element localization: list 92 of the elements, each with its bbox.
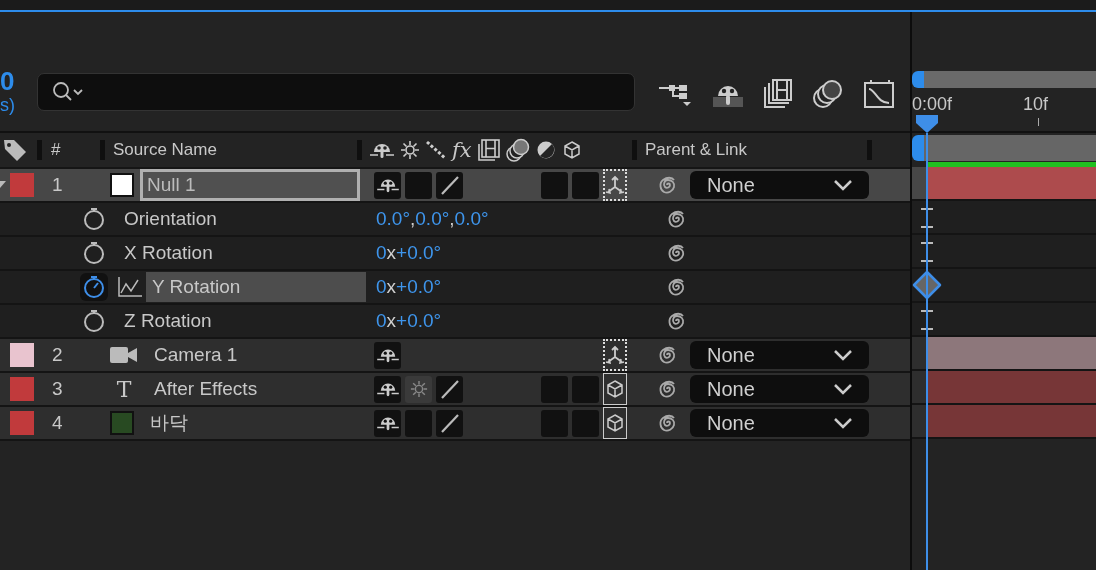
quality-switch[interactable]: [436, 409, 463, 437]
layer-number: 1: [52, 174, 63, 195]
collapse-switch[interactable]: [405, 375, 432, 403]
layer-name[interactable]: Camera 1: [148, 340, 244, 370]
motion-blur-switch[interactable]: [541, 375, 568, 403]
overlapping-circles-icon[interactable]: [505, 138, 530, 162]
property-row[interactable]: X Rotation 0x+0.0°: [0, 237, 910, 271]
chevron-down-icon: [833, 349, 853, 361]
search-icon: [52, 81, 86, 103]
playhead[interactable]: [916, 115, 938, 570]
chevron-down-icon: [833, 179, 853, 191]
sun-icon[interactable]: [400, 140, 420, 160]
label-tag-icon[interactable]: [3, 138, 27, 162]
axes-icon: [605, 175, 625, 195]
shy-switch[interactable]: [374, 341, 401, 369]
axes-icon: [605, 345, 625, 365]
shy-switch[interactable]: [374, 171, 401, 199]
film-frames-icon[interactable]: [477, 139, 500, 161]
property-value[interactable]: 0.0°,0.0°,0.0°: [376, 208, 489, 229]
slash-icon: [438, 412, 461, 434]
layer-row[interactable]: 2 Camera 1 None: [0, 339, 910, 373]
camera-icon: [110, 346, 138, 364]
3d-layer-switch[interactable]: [603, 407, 627, 439]
column-header[interactable]: Source Name: [113, 140, 357, 160]
quality-switch[interactable]: [436, 375, 463, 403]
adjustment-switch[interactable]: [572, 409, 599, 437]
shy-switch[interactable]: [374, 409, 401, 437]
label-swatch[interactable]: [10, 411, 34, 435]
chevron-down-icon: [833, 417, 853, 429]
shy-switch[interactable]: [374, 375, 401, 403]
range-handle[interactable]: [912, 135, 924, 161]
overlapping-circles-icon[interactable]: [812, 79, 844, 109]
layer-name[interactable]: Null 1: [140, 169, 360, 201]
chevron-down-icon: [833, 383, 853, 395]
property-name[interactable]: Z Rotation: [118, 306, 218, 336]
stopwatch-icon[interactable]: [80, 273, 108, 301]
effects-header[interactable]: fx: [452, 138, 472, 162]
property-row[interactable]: Orientation 0.0°,0.0°,0.0°: [0, 203, 910, 237]
property-name[interactable]: Y Rotation: [146, 272, 366, 302]
cube-icon: [605, 413, 625, 433]
slash-icon: [438, 174, 461, 196]
parent-dropdown[interactable]: None: [690, 341, 869, 369]
slash-icon: [438, 378, 461, 400]
property-row[interactable]: Z Rotation 0x+0.0°: [0, 305, 910, 339]
graph-icon[interactable]: [118, 277, 142, 297]
layer-number: 2: [52, 344, 63, 365]
quality-switch[interactable]: [436, 171, 463, 199]
layer-number: 4: [52, 412, 63, 433]
property-name[interactable]: X Rotation: [118, 238, 219, 268]
property-value[interactable]: 0x+0.0°: [376, 310, 442, 331]
property-value[interactable]: 0x+0.0°: [376, 242, 442, 263]
parent-dropdown[interactable]: None: [690, 171, 869, 199]
layer-name[interactable]: After Effects: [148, 374, 264, 404]
column-header[interactable]: #: [51, 140, 91, 160]
layer-row[interactable]: 3 T After Effects None: [0, 373, 910, 407]
layer-number: 3: [52, 378, 63, 399]
cube-icon[interactable]: [561, 140, 582, 160]
motion-blur-switch[interactable]: [541, 409, 568, 437]
collapse-switch[interactable]: [405, 409, 432, 437]
range-handle[interactable]: [912, 71, 924, 88]
ruler-label: 10f: [1023, 94, 1049, 115]
layer-row[interactable]: 4 바닥 None: [0, 407, 910, 441]
search-field[interactable]: [37, 73, 635, 111]
property-name[interactable]: Orientation: [118, 204, 223, 234]
collapse-switch[interactable]: [405, 171, 432, 199]
column-header[interactable]: Parent & Link: [645, 140, 867, 160]
cube-icon: [605, 379, 625, 399]
label-swatch[interactable]: [10, 377, 34, 401]
label-swatch[interactable]: [10, 343, 34, 367]
graph-editor-icon[interactable]: [863, 79, 895, 109]
label-swatch[interactable]: [10, 173, 34, 197]
half-circle-icon[interactable]: [535, 140, 556, 160]
motion-blur-switch[interactable]: [541, 171, 568, 199]
layer-row[interactable]: 1 Null 1 None: [0, 169, 910, 203]
twirl-arrow-icon[interactable]: [0, 179, 6, 189]
3d-layer-switch[interactable]: [603, 373, 627, 405]
sun-icon: [409, 380, 428, 398]
3d-layer-switch[interactable]: [603, 169, 627, 201]
adjustment-switch[interactable]: [572, 171, 599, 199]
text-layer-icon: T: [110, 376, 138, 402]
frame-rate: s): [0, 94, 16, 116]
property-value[interactable]: 0x+0.0°: [376, 276, 442, 297]
parent-dropdown[interactable]: None: [690, 409, 869, 437]
adjustment-switch[interactable]: [572, 375, 599, 403]
layer-name[interactable]: 바닥: [144, 406, 194, 440]
3d-layer-switch[interactable]: [603, 339, 627, 371]
ruler-label: 0:00f: [912, 94, 953, 115]
property-row[interactable]: Y Rotation 0x+0.0°: [0, 271, 910, 305]
timecode[interactable]: 0: [0, 68, 37, 94]
parent-dropdown[interactable]: None: [690, 375, 869, 403]
dotted-line-icon[interactable]: [426, 140, 446, 160]
film-frames-icon[interactable]: [763, 79, 793, 109]
